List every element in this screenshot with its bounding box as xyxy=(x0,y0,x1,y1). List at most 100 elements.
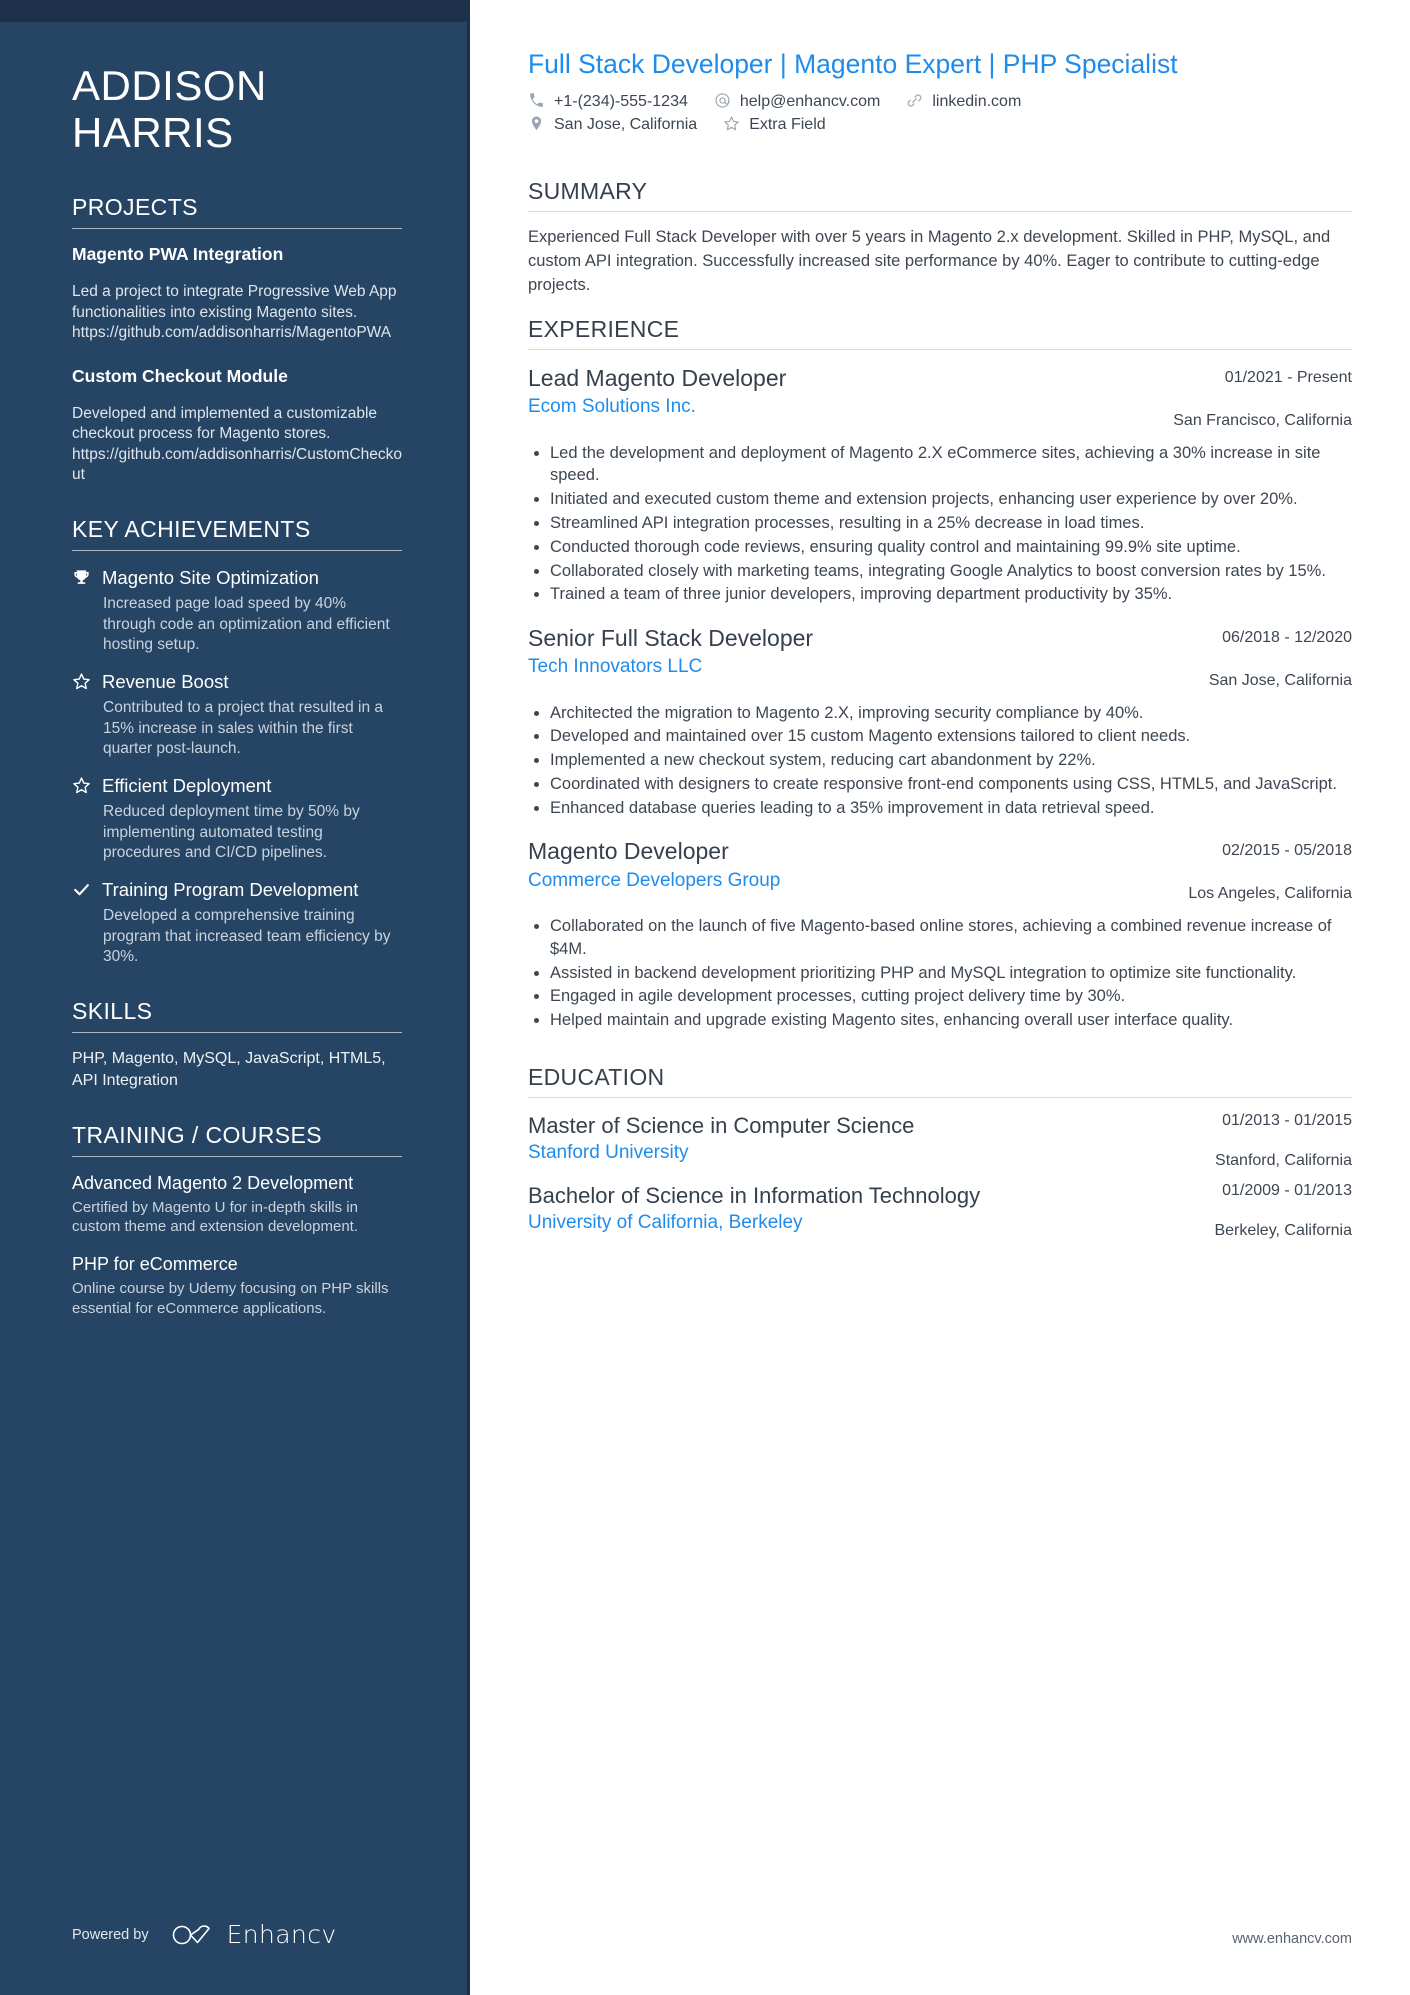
resume-page: ADDISON HARRIS PROJECTS Magento PWA Inte… xyxy=(0,0,1410,1995)
project-item: Custom Checkout Module Developed and imp… xyxy=(72,366,402,486)
training-heading: TRAINING / COURSES xyxy=(72,1122,323,1149)
job-location: San Jose, California xyxy=(1208,671,1352,689)
email-icon xyxy=(714,92,733,111)
job-dates: 02/2015 - 05/2018 xyxy=(1222,842,1352,860)
achievement-title: Magento Site Optimization xyxy=(102,567,319,589)
achievement-item: Efficient Deployment Reduced deployment … xyxy=(72,774,402,864)
experience-divider xyxy=(528,349,1352,351)
contact-phone-text: +1-(234)-555-1234 xyxy=(554,92,688,110)
skills-list: PHP, Magento, MySQL, JavaScript, HTML5, … xyxy=(72,1049,386,1089)
contact-location: San Jose, California xyxy=(528,115,697,134)
achievement-description: Increased page load speed by 40% through… xyxy=(103,595,390,654)
contact-linkedin[interactable]: linkedin.com xyxy=(906,92,1021,111)
course-item: PHP for eCommerce Online course by Udemy… xyxy=(72,1253,402,1318)
star-icon xyxy=(72,774,102,864)
skills-divider xyxy=(72,1031,402,1033)
project-item: Magento PWA Integration Led a project to… xyxy=(72,244,402,344)
contact-extra-field-text: Extra Field xyxy=(749,115,826,133)
section-experience: EXPERIENCE Lead Magento Developer Ecom S… xyxy=(528,302,1352,1032)
training-divider xyxy=(72,1156,402,1158)
phone-icon xyxy=(528,92,547,111)
sidebar-footer: Powered by Enhancv xyxy=(72,1920,337,1949)
school-name[interactable]: University of California, Berkeley xyxy=(528,1211,1194,1235)
achievement-title: Revenue Boost xyxy=(102,671,229,693)
contact-linkedin-text: linkedin.com xyxy=(932,92,1022,110)
job-bullet-list: Architected the migration to Magento 2.X… xyxy=(528,702,1352,820)
job-bullet: Collaborated closely with marketing team… xyxy=(528,560,1352,583)
link-icon xyxy=(906,92,925,111)
job-title: Lead Magento Developer xyxy=(528,365,787,392)
contact-email-text: help@enhancv.com xyxy=(739,92,881,110)
job-bullet: Helped maintain and upgrade existing Mag… xyxy=(528,1009,1352,1032)
job-title: Senior Full Stack Developer xyxy=(528,625,814,652)
job-bullet-list: Collaborated on the launch of five Magen… xyxy=(528,915,1352,1032)
star-outline-icon xyxy=(723,115,742,134)
company-name[interactable]: Tech Innovators LLC xyxy=(528,655,1189,679)
course-title: PHP for eCommerce xyxy=(72,1254,238,1275)
contact-row-1: +1-(234)-555-1234 help@enhancv.com linke… xyxy=(528,92,1352,111)
sidebar-section-key-achievements: KEY ACHIEVEMENTS Magento Site Optimizati… xyxy=(72,516,402,968)
company-name[interactable]: Commerce Developers Group xyxy=(528,869,1168,893)
powered-by-label: Powered by xyxy=(72,1926,149,1943)
degree-title: Master of Science in Computer Science xyxy=(528,1112,915,1138)
achievement-item: Training Program Development Developed a… xyxy=(72,878,402,968)
job-bullet: Collaborated on the launch of five Magen… xyxy=(528,915,1352,961)
candidate-last-name: HARRIS xyxy=(72,109,234,157)
achievement-description: Reduced deployment time by 50% by implem… xyxy=(103,803,360,862)
projects-heading: PROJECTS xyxy=(72,194,198,221)
job-bullet: Implemented a new checkout system, reduc… xyxy=(528,749,1352,772)
job-bullet: Engaged in agile development processes, … xyxy=(528,985,1352,1008)
section-education: EDUCATION Master of Science in Computer … xyxy=(528,1050,1352,1240)
job-dates: 01/2021 - Present xyxy=(1224,369,1352,387)
footer-url[interactable]: www.enhancv.com xyxy=(1232,1931,1352,1947)
job-bullet: Developed and maintained over 15 custom … xyxy=(528,725,1352,748)
enhancv-wordmark: Enhancv xyxy=(226,1920,337,1949)
key-achievements-heading: KEY ACHIEVEMENTS xyxy=(72,516,311,543)
summary-heading: SUMMARY xyxy=(528,178,648,205)
degree-dates: 01/2009 - 01/2013 xyxy=(1222,1181,1352,1199)
experience-heading: EXPERIENCE xyxy=(528,316,680,343)
sidebar-section-projects: PROJECTS Magento PWA Integration Led a p… xyxy=(72,194,402,486)
school-name[interactable]: Stanford University xyxy=(528,1141,1195,1165)
achievement-description: Developed a comprehensive training progr… xyxy=(103,907,391,966)
job-bullet: Coordinated with designers to create res… xyxy=(528,773,1352,796)
candidate-name: ADDISON HARRIS xyxy=(72,0,402,156)
contact-location-text: San Jose, California xyxy=(554,115,698,133)
achievement-item: Magento Site Optimization Increased page… xyxy=(72,566,402,656)
achievement-item: Revenue Boost Contributed to a project t… xyxy=(72,670,402,760)
education-entry: Master of Science in Computer Science St… xyxy=(528,1112,1352,1170)
project-description: Developed and implemented a customizable… xyxy=(72,404,402,484)
contact-email[interactable]: help@enhancv.com xyxy=(714,92,880,111)
achievement-title: Training Program Development xyxy=(102,878,359,900)
section-summary: SUMMARY Experienced Full Stack Developer… xyxy=(528,164,1352,298)
skills-heading: SKILLS xyxy=(72,997,153,1024)
project-description: Led a project to integrate Progressive W… xyxy=(72,282,397,342)
contact-phone[interactable]: +1-(234)-555-1234 xyxy=(528,92,688,111)
job-bullet: Assisted in backend development prioriti… xyxy=(528,962,1352,985)
summary-text: Experienced Full Stack Developer with ov… xyxy=(528,228,1331,295)
job-bullet: Architected the migration to Magento 2.X… xyxy=(528,702,1352,725)
course-title: Advanced Magento 2 Development xyxy=(72,1173,354,1194)
sidebar-top-strip xyxy=(0,0,470,22)
job-bullet-list: Led the development and deployment of Ma… xyxy=(528,442,1352,606)
achievement-description: Contributed to a project that resulted i… xyxy=(103,699,384,758)
job-bullet: Led the development and deployment of Ma… xyxy=(528,442,1352,488)
job-bullet: Conducted thorough code reviews, ensurin… xyxy=(528,536,1352,559)
education-entry: Bachelor of Science in Information Techn… xyxy=(528,1182,1352,1240)
job-location: Los Angeles, California xyxy=(1188,885,1352,903)
enhancv-mark-icon xyxy=(172,1924,210,1944)
job-dates: 06/2018 - 12/2020 xyxy=(1222,629,1352,647)
company-name[interactable]: Ecom Solutions Inc. xyxy=(528,395,1153,419)
achievement-title: Efficient Deployment xyxy=(102,774,272,796)
main-content: Full Stack Developer | Magento Expert | … xyxy=(470,0,1410,1995)
projects-divider xyxy=(72,228,402,230)
enhancv-logo: Enhancv xyxy=(171,1920,337,1949)
experience-entry: Lead Magento Developer Ecom Solutions In… xyxy=(528,364,1352,606)
education-heading: EDUCATION xyxy=(528,1063,665,1090)
project-title: Custom Checkout Module xyxy=(72,365,288,386)
school-location: Berkeley, California xyxy=(1214,1221,1352,1239)
contact-info: +1-(234)-555-1234 help@enhancv.com linke… xyxy=(528,92,1352,134)
course-item: Advanced Magento 2 Development Certified… xyxy=(72,1172,402,1237)
job-title: Magento Developer xyxy=(528,838,729,865)
sidebar-section-skills: SKILLS PHP, Magento, MySQL, JavaScript, … xyxy=(72,998,402,1092)
